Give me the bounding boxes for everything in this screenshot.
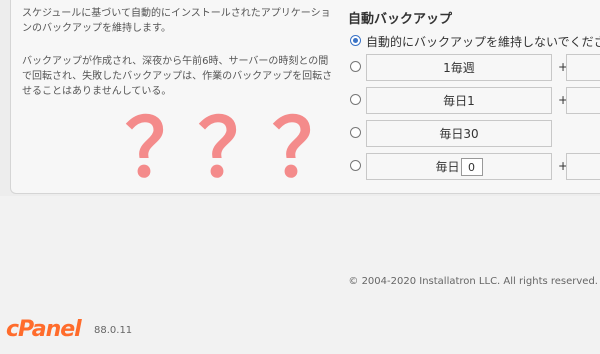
option-daily-custom[interactable]: 毎日 0 bbox=[366, 153, 552, 180]
auto-backup-title: 自動バックアップ bbox=[348, 12, 453, 27]
cpanel-logo[interactable]: cPanel bbox=[6, 317, 82, 342]
option-daily-1-extra[interactable] bbox=[566, 87, 600, 114]
option-daily-1[interactable]: 毎日1 bbox=[366, 87, 552, 114]
radio-daily-custom[interactable] bbox=[350, 160, 361, 171]
question-mark: ？ bbox=[125, 102, 205, 195]
option-label-no-auto-backup: 自動的にバックアップを維持しないでくださ bbox=[366, 35, 600, 49]
question-mark: ？ bbox=[272, 102, 352, 195]
cpanel-version: 88.0.11 bbox=[94, 325, 133, 336]
option-daily-30[interactable]: 毎日30 bbox=[366, 120, 552, 147]
option-daily-custom-label: 毎日 bbox=[435, 160, 460, 174]
backup-description: スケジュールに基づいて自動的にインストールされたアプリケーションのバックアップを… bbox=[22, 8, 331, 34]
daily-count-input[interactable]: 0 bbox=[460, 157, 483, 176]
option-weekly-1-extra[interactable] bbox=[566, 54, 600, 81]
option-weekly-1[interactable]: 1毎週 bbox=[366, 54, 552, 81]
question-mark: ？ bbox=[198, 102, 278, 195]
copyright-text: © 2004-2020 Installatron LLC. All rights… bbox=[348, 276, 598, 287]
radio-daily-30[interactable] bbox=[350, 127, 361, 138]
radio-daily-1[interactable] bbox=[350, 94, 361, 105]
radio-no-auto-backup[interactable] bbox=[350, 35, 361, 46]
option-daily-custom-extra[interactable] bbox=[566, 153, 600, 180]
radio-weekly-1[interactable] bbox=[350, 61, 361, 72]
rotation-description: バックアップが作成され、深夜から午前6時、サーバーの時刻との間で回転され、失敗し… bbox=[22, 56, 333, 97]
